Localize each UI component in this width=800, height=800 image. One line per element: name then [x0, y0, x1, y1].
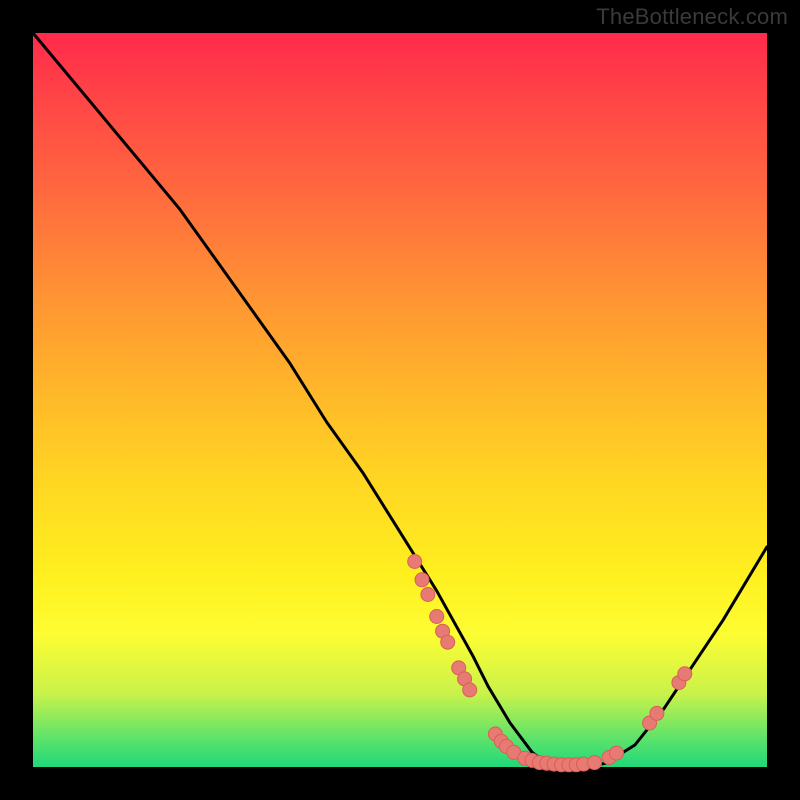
plot-area — [33, 33, 767, 767]
data-marker — [463, 683, 477, 697]
data-marker — [678, 667, 692, 681]
data-marker — [650, 706, 664, 720]
data-marker — [610, 746, 624, 760]
data-marker — [430, 610, 444, 624]
data-marker — [415, 573, 429, 587]
chart-svg — [33, 33, 767, 767]
data-marker — [441, 635, 455, 649]
watermark-text: TheBottleneck.com — [596, 4, 788, 30]
chart-frame: TheBottleneck.com — [0, 0, 800, 800]
data-marker — [588, 756, 602, 770]
data-markers — [408, 555, 692, 772]
data-marker — [421, 588, 435, 602]
bottleneck-curve — [33, 33, 767, 767]
data-marker — [408, 555, 422, 569]
